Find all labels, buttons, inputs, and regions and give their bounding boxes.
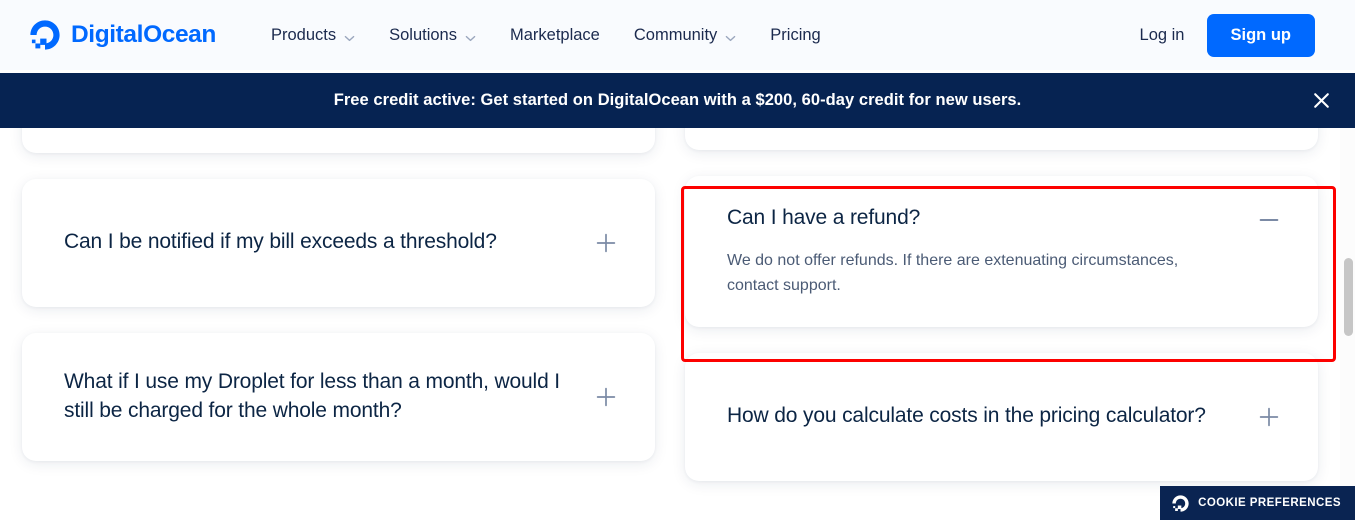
primary-nav: Products Solutions Marketplace Community <box>254 15 838 55</box>
browser-page: DigitalOcean Products Solutions Marketpl… <box>0 0 1355 520</box>
faq-item-refund[interactable]: Can I have a refund? We do not offer ref… <box>685 176 1318 327</box>
nav-item-solutions[interactable]: Solutions <box>372 15 493 55</box>
faq-item-body: Can I have a refund? We do not offer ref… <box>727 204 1234 299</box>
plus-icon[interactable] <box>593 230 619 256</box>
cookie-preferences-label: COOKIE PREFERENCES <box>1198 497 1341 509</box>
nav-label: Products <box>270 25 337 44</box>
faq-item-pricing-calculator[interactable]: How do you calculate costs in the pricin… <box>685 352 1318 481</box>
faq-answer: We do not offer refunds. If there are ex… <box>727 251 1179 294</box>
faq-item-body: Can I be notified if my bill exceeds a t… <box>64 228 571 257</box>
close-icon[interactable] <box>1305 85 1337 117</box>
faq-column-left: How do I destroy my resources? Can I be … <box>22 128 655 481</box>
nav-label: Solutions <box>389 25 457 44</box>
plus-icon[interactable] <box>1256 404 1282 430</box>
site-header: DigitalOcean Products Solutions Marketpl… <box>0 0 1355 70</box>
faq-question: What if I use my Droplet for less than a… <box>64 370 560 422</box>
chevron-down-icon <box>725 30 736 41</box>
nav-item-products[interactable]: Products <box>254 15 372 55</box>
sign-up-button[interactable]: Sign up <box>1206 13 1315 57</box>
promo-banner: Free credit active: Get started on Digit… <box>0 73 1355 128</box>
faq-item-partial-above[interactable] <box>685 128 1318 150</box>
faq-question: Can I have a refund? <box>727 206 921 229</box>
vertical-scrollbar-thumb[interactable] <box>1344 258 1353 336</box>
logo-wordmark: DigitalOcean <box>71 20 216 48</box>
chevron-down-icon <box>344 30 355 41</box>
log-in-link[interactable]: Log in <box>1118 26 1207 45</box>
digitalocean-logo-link[interactable]: DigitalOcean <box>28 18 216 52</box>
faq-question: Can I be notified if my bill exceeds a t… <box>64 230 497 254</box>
nav-label: Marketplace <box>509 25 600 44</box>
faq-columns: How do I destroy my resources? Can I be … <box>22 128 1318 481</box>
cookie-preferences-button[interactable]: COOKIE PREFERENCES <box>1160 486 1355 520</box>
faq-item-body: How do you calculate costs in the pricin… <box>727 402 1234 431</box>
plus-icon[interactable] <box>593 384 619 410</box>
faq-section: How do I destroy my resources? Can I be … <box>0 128 1340 520</box>
faq-item-droplet-partial-month[interactable]: What if I use my Droplet for less than a… <box>22 332 655 461</box>
nav-label: Community <box>633 25 718 44</box>
nav-item-marketplace[interactable]: Marketplace <box>493 15 617 55</box>
faq-item-destroy-resources[interactable]: How do I destroy my resources? <box>22 128 655 153</box>
nav-item-pricing[interactable]: Pricing <box>753 15 837 55</box>
nav-item-community[interactable]: Community <box>617 15 753 55</box>
minus-icon[interactable] <box>1256 207 1282 233</box>
promo-banner-text: Free credit active: Get started on Digit… <box>333 91 1022 109</box>
nav-label: Pricing <box>770 25 821 44</box>
faq-column-right: Can I have a refund? We do not offer ref… <box>685 128 1318 481</box>
faq-item-body: What if I use my Droplet for less than a… <box>64 368 571 426</box>
digitalocean-logo-icon <box>1171 494 1190 513</box>
chevron-down-icon <box>465 30 476 41</box>
header-actions: Log in Sign up <box>1118 13 1315 57</box>
digitalocean-logo-icon <box>28 18 62 52</box>
faq-item-bill-threshold[interactable]: Can I be notified if my bill exceeds a t… <box>22 178 655 307</box>
faq-question: How do you calculate costs in the pricin… <box>727 404 1206 428</box>
